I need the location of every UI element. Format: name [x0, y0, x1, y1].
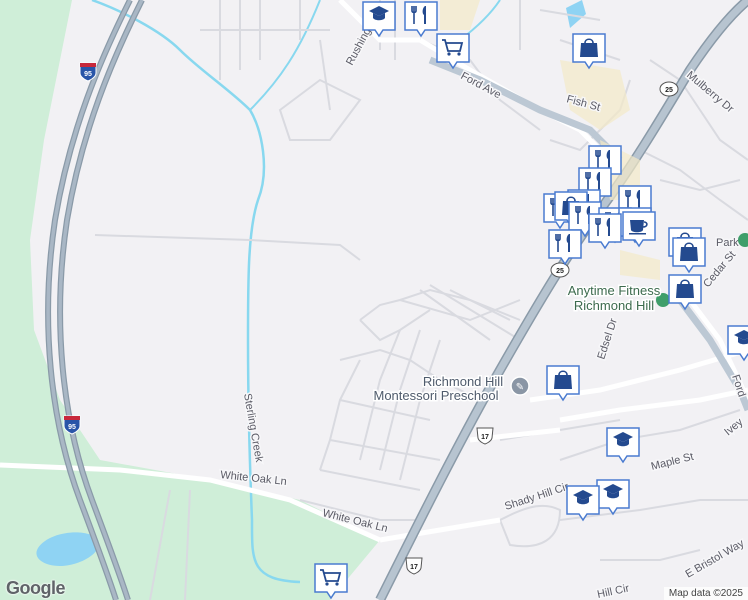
sr25-shield-a: 25	[659, 81, 679, 97]
school-pin-23[interactable]	[565, 484, 601, 522]
school-pin-21[interactable]	[726, 324, 748, 362]
street-label-edsel: Edsel Dr	[595, 317, 620, 361]
us17-shield-a-label: 17	[481, 434, 489, 441]
us17-shield-b: 17	[405, 557, 423, 575]
shopping-pin-17[interactable]	[671, 236, 707, 274]
i95-shield-top-label: 95	[84, 71, 92, 78]
restaurant-pin-15[interactable]	[547, 228, 583, 266]
map-attribution: Map data ©2025	[663, 587, 748, 600]
restaurant-pin-13[interactable]	[587, 212, 623, 250]
street-label-shady-hill: Shady Hill Cir	[503, 481, 570, 513]
shopping-pin-3[interactable]	[571, 32, 607, 70]
street-label-maple: Maple St	[650, 451, 695, 473]
street-label-mulberry: Mulberry Dr	[684, 69, 736, 115]
street-label-hill-cir: Hill Cir	[596, 582, 630, 600]
map-canvas[interactable]: 95 95 17 17 25 25 Rushing Ford Ave Fish …	[0, 0, 748, 600]
anytime-fitness-line1: Anytime Fitness	[568, 283, 661, 298]
sr25-shield-b-label: 25	[556, 268, 564, 275]
svg-text:✎: ✎	[516, 382, 524, 393]
montessori-marker[interactable]: ✎ Richmond Hill Montessori Preschool	[372, 373, 530, 405]
i95-shield-bottom-label: 95	[68, 424, 76, 431]
us17-shield-b-label: 17	[410, 564, 418, 571]
google-logo: Google	[6, 578, 66, 598]
street-label-ivey: Ivey	[722, 416, 746, 438]
grocery-pin-2[interactable]	[435, 32, 471, 70]
shopping-pin-19[interactable]	[545, 364, 581, 402]
us17-shield-a: 17	[476, 427, 494, 445]
school-pin-20[interactable]	[605, 426, 641, 464]
cafe-pin-14[interactable]	[621, 210, 657, 248]
street-label-park: Park	[716, 237, 739, 249]
school-pin-0[interactable]	[361, 0, 397, 38]
shopping-pin-18[interactable]	[667, 273, 703, 311]
grocery-pin-24[interactable]	[313, 562, 349, 600]
montessori-line2: Montessori Preschool	[374, 388, 499, 403]
restaurant-pin-1[interactable]	[403, 0, 439, 38]
map-base: 95 95 17 17 25 25 Rushing Ford Ave Fish …	[0, 0, 748, 600]
montessori-line1: Richmond Hill	[423, 374, 503, 389]
street-label-sterling-creek: Sterling Creek	[241, 392, 265, 463]
street-label-bristol: E Bristol Way	[684, 537, 747, 580]
sr25-shield-a-label: 25	[665, 87, 673, 94]
anytime-fitness-line2: Richmond Hill	[574, 298, 654, 313]
